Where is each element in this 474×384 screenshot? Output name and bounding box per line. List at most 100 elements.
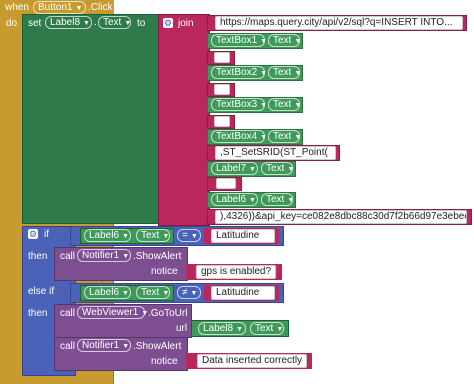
text-property-label: Text [273,131,292,142]
label8-dropdown[interactable]: Label8 ▼ [45,16,92,29]
set-keyword: set [28,18,42,29]
chevron-down-icon: ▼ [294,102,302,109]
textbox4-dropdown[interactable]: TextBox4 ▼ [211,130,268,143]
gear-icon[interactable]: ⚙ [28,229,38,239]
url-param: url [176,323,188,334]
call-keyword: call [60,341,76,352]
event-name: .Click [88,2,113,13]
chevron-down-icon: ▼ [260,38,268,45]
set-property-dropdown[interactable]: Text ▼ [98,16,131,29]
chevron-down-icon: ▼ [276,326,284,333]
chevron-down-icon: ▼ [122,233,129,240]
textbox1-property-dropdown[interactable]: Text ▼ [268,34,302,47]
join-text-7[interactable] [214,116,230,127]
chevron-down-icon: ▼ [294,38,302,45]
join-block[interactable] [158,14,210,226]
if-keyword: if [44,229,49,240]
join-text-3[interactable] [214,52,230,63]
textbox4-property-dropdown[interactable]: Text ▼ [268,130,302,143]
label8-dropdown[interactable]: Label8 ▼ [198,322,246,335]
text-property-label: Text [103,17,122,28]
textbox1-label: TextBox1 [216,35,258,46]
equals-operator-dropdown[interactable]: = ▼ [177,229,201,242]
operator-label: = [182,230,188,241]
do-keyword: do [6,18,18,29]
chevron-down-icon: ▼ [260,134,268,141]
textbox2-property-dropdown[interactable]: Text ▼ [268,66,302,79]
gotourl-method: .GoToUrl [148,308,188,319]
label6-dropdown[interactable]: Label6 ▼ [211,193,258,206]
join-text-13[interactable]: ),4326))&api_key=ce082e8dbc88c30d7f2b66d… [215,210,467,224]
label6-dropdown[interactable]: Label6 ▼ [84,229,131,242]
chevron-down-icon: ▼ [190,290,198,297]
text-property-label: Text [273,35,292,46]
webviewer1-label: WebViewer1 [82,307,139,318]
label7-dropdown[interactable]: Label7 ▼ [211,162,258,175]
label8-label: Label8 [203,323,234,334]
label6-property-dropdown[interactable]: Text ▼ [136,286,170,299]
textbox2-dropdown[interactable]: TextBox2 ▼ [211,66,268,79]
chevron-down-icon: ▼ [294,70,302,77]
chevron-down-icon: ▼ [294,134,302,141]
label6-property-dropdown[interactable]: Text ▼ [261,193,295,206]
gps-is-enabled-text[interactable]: gps is enabled? [196,265,276,279]
notifier1-dropdown[interactable]: Notifier1 ▼ [77,339,131,352]
showalert-method: .ShowAlert [133,341,182,352]
textbox1-dropdown[interactable]: TextBox1 ▼ [211,34,268,47]
join-text-11[interactable] [216,178,236,189]
data-inserted-correctly-text[interactable]: Data inserted correctly [197,354,307,368]
else-if-keyword: else if [28,286,55,297]
label7-label: Label7 [216,163,247,174]
to-keyword: to [137,18,146,29]
chevron-down-icon: ▼ [122,343,130,350]
chevron-down-icon: ▼ [287,166,295,173]
chevron-down-icon: ▼ [249,166,256,173]
notifier1-label: Notifier1 [82,340,120,351]
chevron-down-icon: ▼ [75,5,83,12]
join-text-1[interactable]: https://maps.query.city/api/v2/sql?q=INS… [215,16,463,30]
textbox3-property-dropdown[interactable]: Text ▼ [268,98,302,111]
text-property-label: Text [273,67,292,78]
then-keyword: then [28,251,48,262]
operator-label: ≠ [182,287,188,298]
notice-param: notice [151,356,178,367]
textbox3-dropdown[interactable]: TextBox3 ▼ [211,98,267,111]
text-property-label: Text [255,323,274,334]
chevron-down-icon: ▼ [162,233,170,240]
label6-label: Label6 [216,194,247,205]
not-equals-operator-dropdown[interactable]: ≠ ▼ [177,286,201,299]
join-text-9[interactable]: ,ST_SetSRID(ST_Point( [215,146,336,160]
dot-separator: . [94,17,97,28]
label8-label: Label8 [50,17,81,28]
button1-dropdown[interactable]: Button1 ▼ [33,1,86,14]
chevron-down-icon: ▼ [124,20,132,27]
chevron-down-icon: ▼ [162,290,170,297]
set-label8-text-block[interactable] [22,14,160,224]
textbox2-label: TextBox2 [216,67,258,78]
label8-property-dropdown[interactable]: Text ▼ [250,322,284,335]
chevron-down-icon: ▼ [122,290,129,297]
text-property-label: Text [141,230,160,241]
latitudine-text-2[interactable]: Latitudine [211,286,275,300]
join-label: join [178,18,194,29]
then-keyword: then [28,308,48,319]
label6-property-dropdown[interactable]: Text ▼ [136,229,170,242]
label6-dropdown[interactable]: Label6 ▼ [84,286,131,299]
webviewer1-dropdown[interactable]: WebViewer1 ▼ [77,306,148,319]
latitudine-text-1[interactable]: Latitudine [211,229,275,243]
showalert-method: .ShowAlert [133,251,182,262]
chevron-down-icon: ▼ [287,197,295,204]
call-keyword: call [60,308,76,319]
notice-param: notice [151,266,178,277]
notifier1-dropdown[interactable]: Notifier1 ▼ [77,249,131,262]
join-text-5[interactable] [214,84,230,95]
label6-label: Label6 [89,230,120,241]
text-property-label: Text [266,194,285,205]
chevron-down-icon: ▼ [260,70,268,77]
chevron-down-icon: ▼ [190,233,198,240]
gear-icon[interactable]: ⚙ [163,18,173,28]
text-property-label: Text [266,163,285,174]
label6-label: Label6 [89,287,120,298]
label7-property-dropdown[interactable]: Text ▼ [261,162,295,175]
button1-label: Button1 [38,2,73,13]
